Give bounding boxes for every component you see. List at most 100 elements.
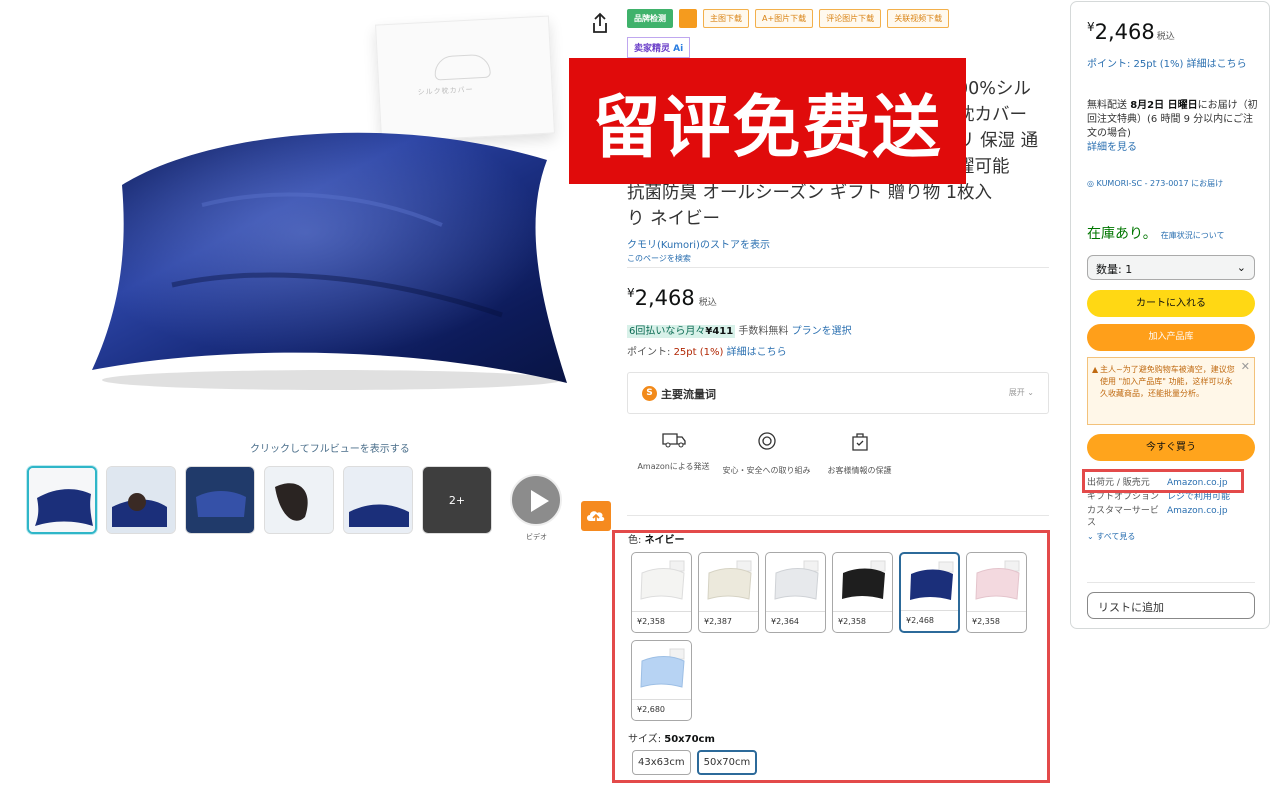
divider xyxy=(1087,582,1255,583)
video-download-button[interactable]: 关联视频下载 xyxy=(887,9,950,28)
swatch-pillow-image xyxy=(640,648,685,688)
thumbnail-4[interactable] xyxy=(264,466,334,534)
add-to-product-library-button[interactable]: 加入产品库 xyxy=(1087,324,1255,351)
product-price: ¥2,468 税込 xyxy=(627,286,717,310)
close-icon[interactable]: ✕ xyxy=(1241,361,1250,373)
divider xyxy=(627,515,1049,516)
select-plan-link[interactable]: プランを選択 xyxy=(792,326,852,337)
color-label: 色: ネイビー xyxy=(628,531,685,546)
search-page-link[interactable]: このページを検索 xyxy=(627,253,691,264)
swatch-price: ¥2,680 xyxy=(632,699,691,720)
extension-notice-text: 主人~为了避免购物车被清空，建议您使用 "加入产品库" 功能，这样可以永久收藏商… xyxy=(1100,365,1235,398)
color-swatch[interactable]: ¥2,387 xyxy=(698,552,759,633)
store-link[interactable]: クモリ(Kumori)のストアを表示 xyxy=(627,236,770,251)
color-swatch[interactable]: ¥2,358 xyxy=(966,552,1027,633)
calculator-button[interactable] xyxy=(679,9,697,28)
aplus-image-download-button[interactable]: A+图片下载 xyxy=(755,9,814,28)
add-to-list-button[interactable]: リストに追加 xyxy=(1087,592,1255,619)
traffic-keywords-panel[interactable]: S 主要流量词 展开 ⌄ xyxy=(627,372,1049,414)
installment-info: 6回払いなら月々¥411 手数料無料 プランを選択 xyxy=(627,322,852,338)
buybox-tax: 税込 xyxy=(1156,32,1175,42)
main-product-image[interactable]: シルク枕カバー xyxy=(60,15,580,435)
expand-toggle[interactable]: 展开 ⌄ xyxy=(1009,387,1034,398)
extension-notice: ▲ 主人~为了避免购物车被清空，建议您使用 "加入产品库" 功能，这样可以永久收… xyxy=(1087,357,1255,425)
feature-safety[interactable]: 安心・安全への取り組み xyxy=(720,430,813,478)
feature-label: 安心・安全への取り組み xyxy=(722,466,811,475)
stock-info-link[interactable]: 在庫状況について xyxy=(1161,231,1225,240)
main-image-download-button[interactable]: 主图下载 xyxy=(703,9,749,28)
title-line-6: り ネイビー xyxy=(627,209,721,229)
swatch-pillow-image xyxy=(774,560,819,600)
points-details-link[interactable]: 詳細はこちら xyxy=(727,347,787,358)
thumbnail-more[interactable]: 2+ xyxy=(422,466,492,534)
swatch-price: ¥2,387 xyxy=(699,611,758,632)
traffic-keywords-label: 主要流量词 xyxy=(661,388,716,401)
review-image-download-button[interactable]: 评论图片下载 xyxy=(819,9,882,28)
color-swatch[interactable]: ¥2,358 xyxy=(832,552,893,633)
secure-bag-icon xyxy=(851,433,868,451)
size-options: 43x63cm 50x70cm xyxy=(632,750,758,775)
delivery-location[interactable]: ◎ KUMORI-SC - 273-0017 にお届け xyxy=(1087,178,1259,189)
trust-features: Amazonによる発送 安心・安全への取り組み お客様情報の保護 xyxy=(627,430,906,478)
thumbnail-model-image xyxy=(107,467,175,533)
delivery-date: 8月2日 日曜日 xyxy=(1130,100,1198,111)
buybox-price-amount: 2,468 xyxy=(1094,20,1155,44)
warning-icon: ▲ xyxy=(1092,365,1099,374)
stock-text: 在庫あり。 xyxy=(1087,226,1157,242)
feature-privacy[interactable]: お客様情報の保護 xyxy=(813,430,906,478)
chevron-down-icon: ⌄ xyxy=(1236,261,1246,274)
swatch-price: ¥2,364 xyxy=(766,611,825,632)
size-option-selected[interactable]: 50x70cm xyxy=(696,750,758,775)
delivery-details-link[interactable]: 詳細を見る xyxy=(1087,142,1137,153)
chevron-down-icon: ⌄ xyxy=(1087,532,1094,541)
thumbnail-video[interactable]: ビデオ xyxy=(501,466,571,541)
thumbnail-5[interactable] xyxy=(343,466,413,534)
swatch-price: ¥2,358 xyxy=(632,611,691,632)
swatch-price: ¥2,358 xyxy=(833,611,892,632)
thumbnail-3[interactable] xyxy=(185,466,255,534)
points-info: ポイント: 25pt (1%) 詳細はこちら xyxy=(627,343,787,358)
thumbnail-hair-image xyxy=(265,467,333,533)
shield-gear-icon xyxy=(757,432,776,450)
buy-now-button[interactable]: 今すぐ買う xyxy=(1087,434,1255,461)
thumbnail-features-image xyxy=(186,467,254,533)
buybox-price: ¥2,468 税込 xyxy=(1087,20,1175,44)
promo-banner: 留评免费送 xyxy=(569,58,966,184)
color-swatch[interactable]: ¥2,358 xyxy=(631,552,692,633)
brand-check-button[interactable]: 品牌检测 xyxy=(627,9,673,28)
delivery-prefix: 無料配送 xyxy=(1087,100,1127,111)
share-icon[interactable] xyxy=(590,12,610,34)
full-view-hint[interactable]: クリックしてフルビューを表示する xyxy=(250,440,410,455)
see-all-link[interactable]: ⌄ すべて見る xyxy=(1087,531,1257,543)
color-swatch[interactable]: ¥2,364 xyxy=(765,552,826,633)
color-swatch[interactable]: ¥2,680 xyxy=(631,640,692,721)
swatch-price: ¥2,468 xyxy=(901,610,958,631)
selected-color: ネイビー xyxy=(644,535,685,546)
installment-text: 6回払いなら月々 xyxy=(629,326,706,337)
video-label: ビデオ xyxy=(526,533,547,541)
size-option[interactable]: 43x63cm xyxy=(632,750,691,775)
feature-amazon-shipping[interactable]: Amazonによる発送 xyxy=(627,430,720,478)
color-label-text: 色: xyxy=(628,535,645,546)
installment-amount: ¥411 xyxy=(705,326,734,337)
color-swatch-selected[interactable]: ¥2,468 xyxy=(899,552,960,633)
delivery-info: 無料配送 8月2日 日曜日にお届け（初回注文特典）(6 時間 9 分以内にご注文… xyxy=(1087,99,1259,155)
size-label: サイズ: 50x70cm xyxy=(628,730,715,745)
sprite-logo-icon: S xyxy=(642,386,657,401)
cloud-upload-button[interactable] xyxy=(581,501,611,531)
seller-value[interactable]: Amazon.co.jp xyxy=(1167,505,1228,529)
size-label-text: サイズ: xyxy=(628,734,665,745)
ai-badge: Ai xyxy=(673,44,684,54)
price-currency: ¥ xyxy=(627,286,635,300)
add-to-cart-button[interactable]: カートに入れる xyxy=(1087,290,1255,317)
ai-label: 卖家精灵 xyxy=(634,44,671,54)
see-all-label: すべて見る xyxy=(1096,532,1136,541)
color-swatches: ¥2,358 ¥2,387 ¥2,364 ¥2,358 ¥2,468 ¥2,35… xyxy=(631,552,1041,721)
seller-highlight-frame xyxy=(1082,469,1244,493)
thumbnail-2[interactable] xyxy=(106,466,176,534)
quantity-select[interactable]: 数量: 1 ⌄ xyxy=(1087,255,1255,280)
buybox-points[interactable]: ポイント: 25pt (1%) 詳細はこちら xyxy=(1087,57,1257,72)
thumbnail-1[interactable] xyxy=(27,466,97,534)
installment-badge: 6回払いなら月々¥411 xyxy=(627,325,736,338)
seller-sprite-ai-button[interactable]: 卖家精灵 Ai xyxy=(627,37,691,58)
